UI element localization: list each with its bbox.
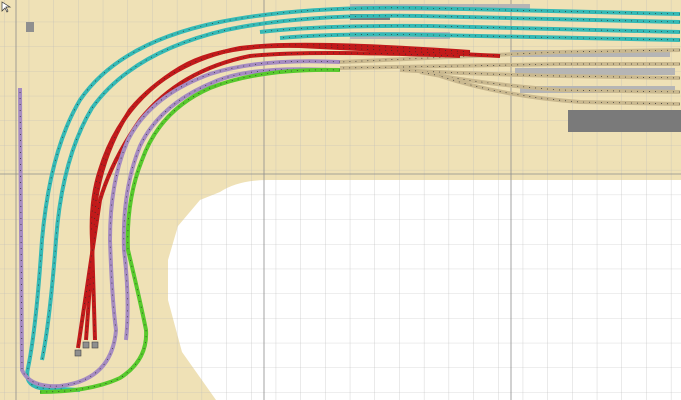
track-element[interactable] <box>26 22 34 32</box>
buffer-stop-icon[interactable] <box>82 341 90 349</box>
station-building[interactable] <box>568 110 681 132</box>
layout-canvas[interactable] <box>0 0 681 400</box>
track-plan[interactable] <box>0 0 681 400</box>
buffer-stop-icon[interactable] <box>91 341 99 349</box>
buffer-stop-icon[interactable] <box>74 349 82 357</box>
